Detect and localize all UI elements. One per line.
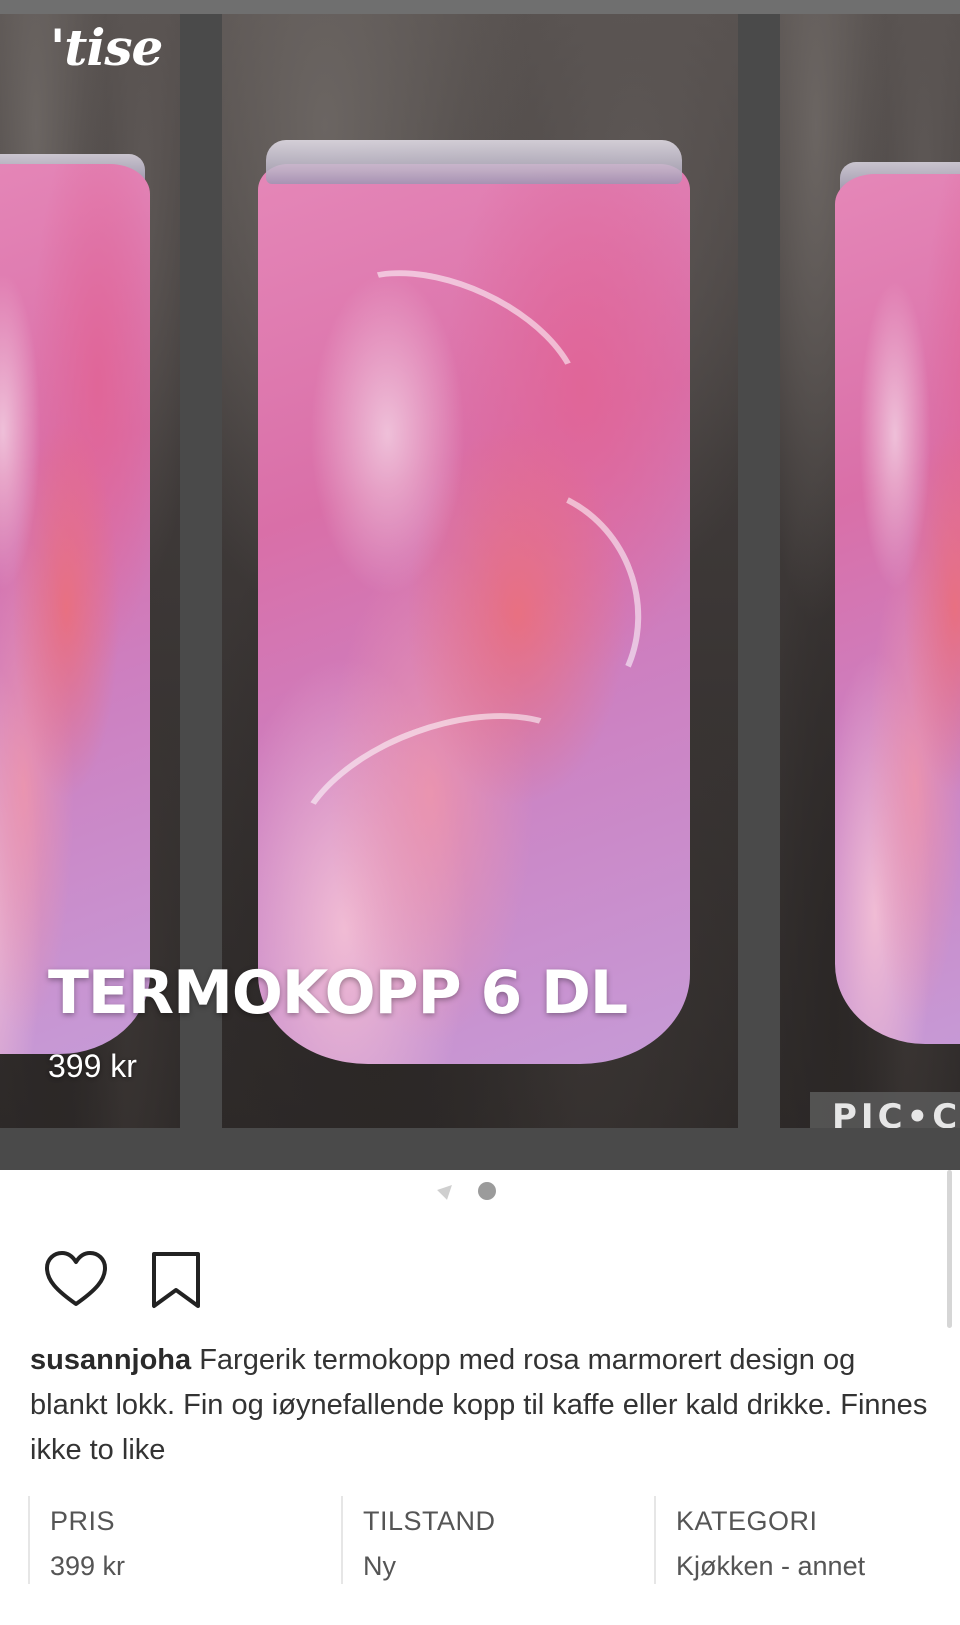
listing-description: susannjoha Fargerik termokopp med rosa m…: [30, 1338, 930, 1473]
info-columns: PRIS 399 kr TILSTAND Ny KATEGORI Kjøkken…: [28, 1496, 934, 1586]
cup-image: [0, 164, 150, 1054]
heart-outline-icon: [45, 1251, 107, 1306]
cup-image: [835, 174, 960, 1044]
carousel-indicator: [437, 1180, 520, 1204]
cup-image: [258, 164, 690, 1064]
product-title-overlay: TERMOKOPP 6 DL: [48, 958, 628, 1028]
info-label: PRIS: [50, 1506, 116, 1536]
location-arrow-icon: [437, 1180, 457, 1200]
cup-lid: [266, 140, 682, 184]
info-price: PRIS 399 kr: [28, 1496, 341, 1584]
carousel-dot-active[interactable]: [478, 1182, 496, 1200]
info-value: 399 kr: [50, 1551, 126, 1581]
info-value[interactable]: Kjøkken - annet: [676, 1551, 934, 1582]
info-condition: TILSTAND Ny: [341, 1496, 654, 1584]
scrollbar[interactable]: [947, 1170, 952, 1328]
info-label: TILSTAND: [363, 1506, 496, 1536]
status-bar: [0, 0, 960, 14]
info-label: KATEGORI: [676, 1506, 818, 1536]
product-photo-right: PIC•C: [780, 14, 960, 1128]
info-category: KATEGORI Kjøkken - annet: [654, 1496, 934, 1584]
product-image-carousel[interactable]: PIC•C 'tise TERMOKOPP 6 DL 399 kr: [0, 0, 960, 1170]
save-button[interactable]: [144, 1250, 208, 1310]
like-button[interactable]: [44, 1250, 108, 1310]
bookmark-outline-icon: [152, 1252, 200, 1308]
info-value: Ny: [363, 1551, 396, 1581]
seller-username[interactable]: susannjoha: [30, 1344, 191, 1376]
watermark-text: PIC•C: [810, 1092, 960, 1128]
listing-page: PIC•C 'tise TERMOKOPP 6 DL 399 kr susann…: [0, 0, 960, 1625]
price-overlay: 399 kr: [48, 1048, 137, 1084]
tise-logo: 'tise: [50, 18, 163, 77]
